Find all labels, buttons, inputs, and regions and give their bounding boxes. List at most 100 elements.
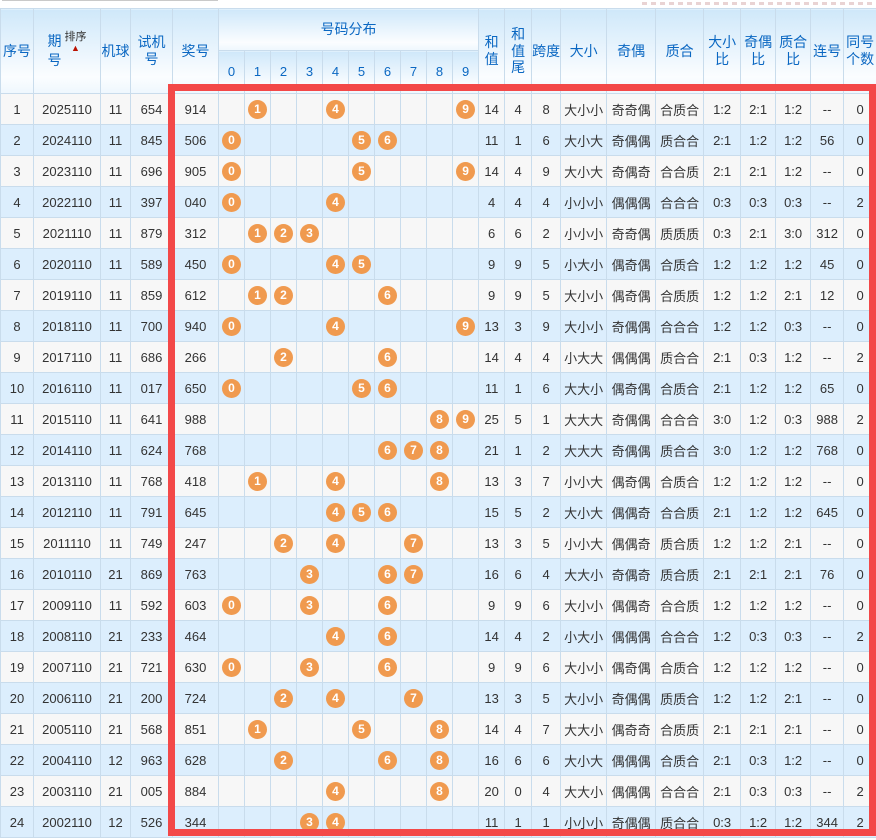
dist-cell-6: 6 <box>375 125 401 156</box>
cell-machine-ball: 11 <box>101 497 131 528</box>
cell-period: 2012110 <box>34 497 101 528</box>
digit-ball-9: 9 <box>456 100 475 119</box>
cell-size-ratio: 1:2 <box>704 621 741 652</box>
col-header-distribution: 号码分布 <box>219 9 479 51</box>
digit-ball-4: 4 <box>326 317 345 336</box>
dist-cell-8: 8 <box>427 745 453 776</box>
dist-cell-3 <box>297 745 323 776</box>
cell-parity-ratio: 0:3 <box>741 187 776 218</box>
col-header-parity: 奇偶 <box>607 9 656 94</box>
cell-machine-ball: 11 <box>101 466 131 497</box>
cell-seq: 6 <box>1 249 34 280</box>
cell-win-number: 884 <box>173 776 219 807</box>
cell-prime-ratio: 2:1 <box>776 528 811 559</box>
dist-cell-0 <box>219 683 245 714</box>
cell-same-count: 0 <box>844 94 876 125</box>
digit-ball-5: 5 <box>352 379 371 398</box>
dist-cell-1: 1 <box>245 714 271 745</box>
dist-cell-5 <box>349 466 375 497</box>
cell-period: 2025110 <box>34 94 101 125</box>
digit-ball-4: 4 <box>326 255 345 274</box>
dist-cell-6 <box>375 776 401 807</box>
dist-cell-6: 6 <box>375 590 401 621</box>
col-header-parity-ratio: 奇偶比 <box>741 9 776 94</box>
dist-cell-9 <box>453 373 479 404</box>
table-row: 5 2021110 11 879 312 1 2 3 6 6 2 小小小 奇奇偶… <box>1 218 876 249</box>
digit-ball-0: 0 <box>222 162 241 181</box>
cell-machine-ball: 11 <box>101 590 131 621</box>
cell-parity-pattern: 偶偶偶 <box>607 342 656 373</box>
dist-cell-3 <box>297 311 323 342</box>
dist-cell-3: 3 <box>297 590 323 621</box>
cell-prime-ratio: 1:2 <box>776 435 811 466</box>
col-header-size: 大小 <box>561 9 607 94</box>
cell-size-ratio: 3:0 <box>704 404 741 435</box>
cell-sum: 14 <box>479 156 505 187</box>
dist-cell-8 <box>427 683 453 714</box>
col-header-period: 期 号 排序 ▲ <box>34 9 101 94</box>
cell-prime-pattern: 合合质 <box>656 497 704 528</box>
cell-machine-ball: 21 <box>101 683 131 714</box>
dist-cell-2: 2 <box>271 218 297 249</box>
cell-prime-ratio: 1:2 <box>776 342 811 373</box>
dist-cell-0: 0 <box>219 249 245 280</box>
digit-ball-1: 1 <box>248 286 267 305</box>
dist-cell-2 <box>271 435 297 466</box>
cell-machine-ball: 12 <box>101 807 131 838</box>
dist-cell-0: 0 <box>219 156 245 187</box>
dist-cell-5 <box>349 311 375 342</box>
col-header-machine: 机球 <box>101 9 131 94</box>
dist-cell-7 <box>401 125 427 156</box>
cell-consecutive: 45 <box>811 249 844 280</box>
cell-span: 5 <box>532 249 561 280</box>
dist-cell-8 <box>427 125 453 156</box>
cell-seq: 13 <box>1 466 34 497</box>
cell-win-number: 603 <box>173 590 219 621</box>
dist-cell-1 <box>245 156 271 187</box>
dist-cell-2 <box>271 156 297 187</box>
sort-control[interactable]: 排序 ▲ <box>65 32 87 53</box>
cell-parity-pattern: 奇偶偶 <box>607 404 656 435</box>
dist-cell-3 <box>297 94 323 125</box>
digit-ball-5: 5 <box>352 162 371 181</box>
cell-sum: 4 <box>479 187 505 218</box>
dist-cell-6: 6 <box>375 497 401 528</box>
digit-ball-9: 9 <box>456 317 475 336</box>
dist-cell-3 <box>297 776 323 807</box>
cell-size-pattern: 大大大 <box>561 435 607 466</box>
cell-size-pattern: 大小小 <box>561 652 607 683</box>
dist-cell-4: 4 <box>323 528 349 559</box>
cell-prime-pattern: 合合合 <box>656 776 704 807</box>
dist-cell-3 <box>297 187 323 218</box>
cell-period: 2024110 <box>34 125 101 156</box>
dist-cell-0 <box>219 714 245 745</box>
cell-sum-tail: 5 <box>505 497 532 528</box>
dist-cell-6 <box>375 187 401 218</box>
dist-cell-2: 2 <box>271 528 297 559</box>
dist-cell-1 <box>245 590 271 621</box>
digit-ball-9: 9 <box>456 410 475 429</box>
dist-cell-3 <box>297 249 323 280</box>
cell-test-number: 791 <box>131 497 173 528</box>
digit-ball-4: 4 <box>326 472 345 491</box>
dist-cell-8 <box>427 559 453 590</box>
cell-sum: 14 <box>479 714 505 745</box>
cell-prime-ratio: 2:1 <box>776 683 811 714</box>
cell-same-count: 2 <box>844 807 876 838</box>
cell-same-count: 0 <box>844 466 876 497</box>
dist-cell-1 <box>245 187 271 218</box>
cell-parity-pattern: 偶偶奇 <box>607 497 656 528</box>
cell-seq: 17 <box>1 590 34 621</box>
cell-parity-pattern: 偶奇偶 <box>607 280 656 311</box>
table-row: 6 2020110 11 589 450 0 4 5 9 9 5 小大小 偶奇偶… <box>1 249 876 280</box>
cell-consecutive: -- <box>811 528 844 559</box>
digit-ball-7: 7 <box>404 441 423 460</box>
dist-cell-8 <box>427 156 453 187</box>
cell-prime-ratio: 1:2 <box>776 373 811 404</box>
digit-ball-8: 8 <box>430 782 449 801</box>
cell-parity-ratio: 2:1 <box>741 94 776 125</box>
cell-size-ratio: 1:2 <box>704 94 741 125</box>
digit-header-9: 9 <box>453 51 479 94</box>
dist-cell-9 <box>453 466 479 497</box>
cell-size-pattern: 小小小 <box>561 807 607 838</box>
